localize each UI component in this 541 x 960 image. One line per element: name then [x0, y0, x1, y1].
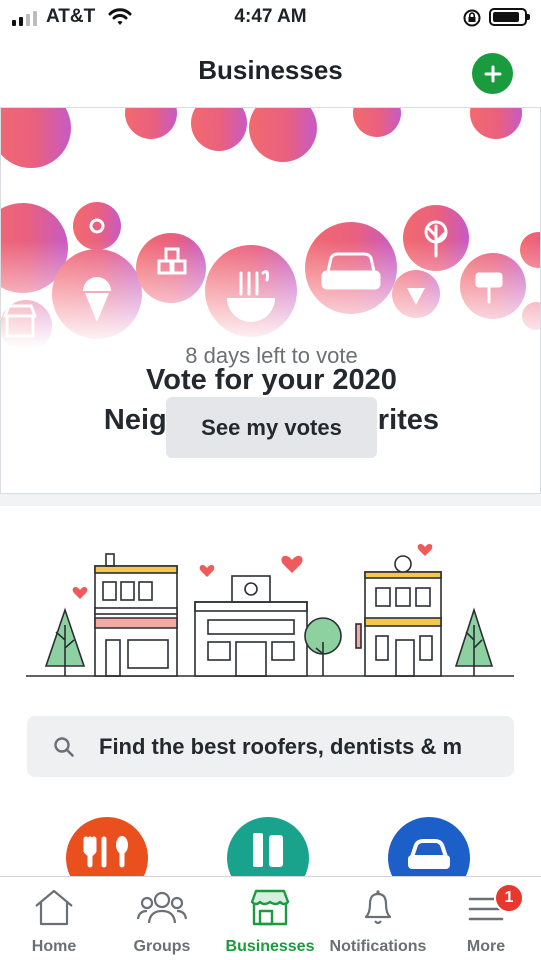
rotation-lock-icon	[463, 9, 481, 27]
days-left-label: 8 days left to vote	[185, 343, 358, 368]
search-icon	[54, 736, 74, 757]
notification-count-badge: 1	[494, 883, 524, 913]
vote-favorites-card[interactable]: Vote for your 2020 Neighborhood Favorite…	[0, 108, 541, 494]
bell-icon	[364, 890, 392, 925]
tab-more[interactable]: 1 More	[432, 877, 540, 960]
status-bar: AT&T 4:47 AM	[0, 0, 541, 36]
clock: 4:47 AM	[234, 6, 307, 27]
plus-icon	[484, 65, 501, 82]
tab-businesses-label: Businesses	[225, 938, 315, 955]
groups-icon	[136, 891, 188, 924]
tab-groups-label: Groups	[133, 938, 191, 955]
see-my-votes-button[interactable]: See my votes	[166, 397, 377, 458]
tab-notifications-label: Notifications	[329, 938, 427, 955]
storefront-icon	[250, 889, 290, 926]
app-header: Businesses	[0, 36, 541, 108]
neighborhood-illustration	[26, 543, 514, 677]
section-divider	[0, 494, 541, 506]
tab-businesses[interactable]: Businesses	[216, 877, 324, 960]
home-icon	[35, 889, 73, 926]
bottom-tab-bar: Home Groups Businesses Notifications 1 M…	[0, 876, 541, 960]
search-placeholder: Find the best roofers, dentists & m	[99, 733, 463, 759]
tab-home[interactable]: Home	[0, 877, 108, 960]
category-bubbles-banner	[1, 108, 540, 348]
business-search-bar[interactable]: Find the best roofers, dentists & m	[27, 716, 514, 777]
tab-more-label: More	[466, 938, 506, 955]
tab-groups[interactable]: Groups	[108, 877, 216, 960]
battery-icon	[489, 8, 530, 26]
tab-home-label: Home	[31, 938, 77, 955]
page-title: Businesses	[198, 55, 343, 85]
tab-notifications[interactable]: Notifications	[324, 877, 432, 960]
add-business-button[interactable]	[472, 53, 513, 94]
